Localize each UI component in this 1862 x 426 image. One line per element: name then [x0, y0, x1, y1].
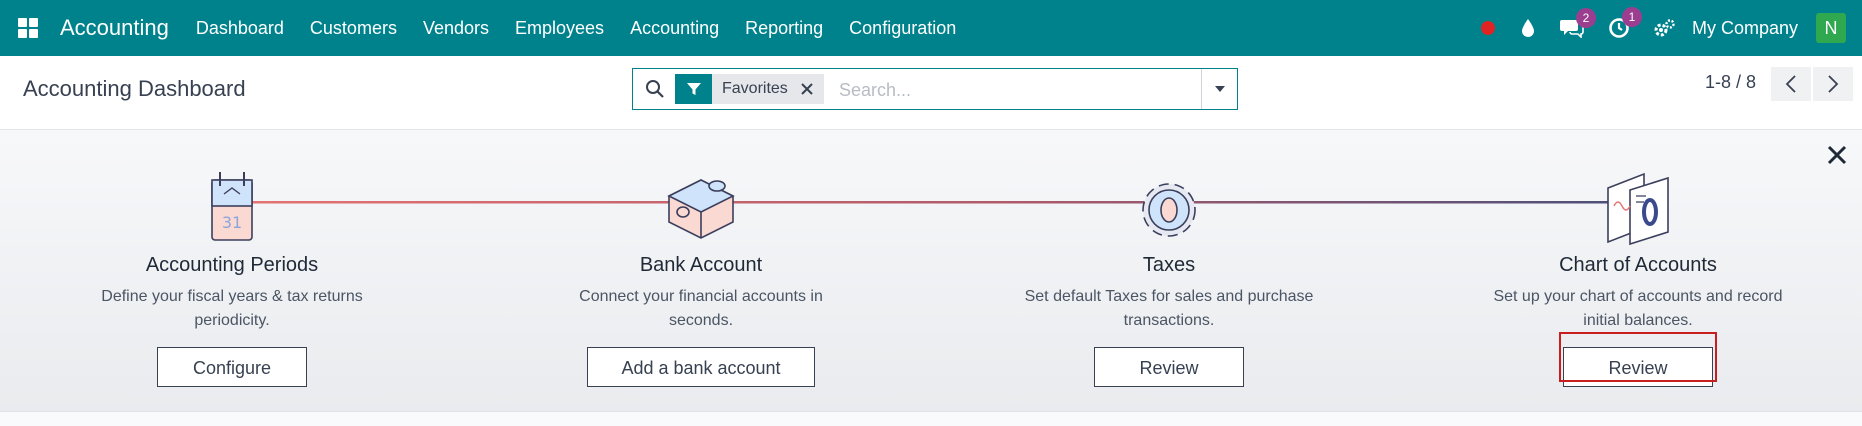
puzzle-icon [521, 160, 881, 246]
activities-badge: 1 [1621, 7, 1642, 27]
step-description: Set up your chart of accounts and record… [1458, 285, 1818, 333]
step-description: Connect your financial accounts in secon… [521, 285, 881, 333]
menu-vendors[interactable]: Vendors [410, 0, 502, 56]
step-title: Accounting Periods [145, 254, 319, 276]
pager-value[interactable]: 1-8 / 8 [1705, 72, 1756, 93]
step-bank-account: Bank Account Connect your financial acco… [521, 160, 881, 387]
menu-accounting[interactable]: Accounting [617, 0, 732, 56]
menu-reporting[interactable]: Reporting [732, 0, 836, 56]
control-panel: Accounting Dashboard Favorites 1-8 / 8 [0, 56, 1862, 130]
top-navbar: Accounting Dashboard Customers Vendors E… [0, 0, 1862, 56]
step-title: Chart of Accounts [1559, 254, 1717, 276]
pager-previous-button[interactable] [1771, 67, 1811, 101]
company-switcher[interactable]: My Company [1692, 18, 1798, 39]
calendar-icon: 31 [52, 160, 412, 246]
search-icon[interactable] [645, 79, 665, 104]
search-facet-favorites: Favorites [675, 74, 824, 104]
step-description-line2: initial balances. [1583, 312, 1693, 329]
facet-remove-icon[interactable] [800, 82, 814, 96]
close-panel-button[interactable] [1826, 144, 1848, 171]
svg-text:31: 31 [222, 213, 242, 232]
settings-cogs-icon[interactable] [1654, 18, 1676, 38]
step-title: Taxes [1142, 254, 1196, 276]
step-description: Set default Taxes for sales and purchase… [989, 285, 1349, 333]
filter-icon [675, 74, 712, 104]
configure-button[interactable]: Configure [157, 347, 307, 387]
step-description-line1: Set up your chart of accounts and record [1493, 288, 1783, 305]
highlight-box [1559, 332, 1717, 382]
facet-label-text: Favorites [722, 80, 788, 97]
caret-down-icon [1215, 86, 1225, 92]
taxes-review-button[interactable]: Review [1094, 347, 1244, 387]
navbar-systray: 2 1 My Company N [1468, 0, 1862, 56]
step-description-line1: Connect your financial accounts in [579, 288, 823, 305]
search-options-toggle[interactable] [1201, 69, 1238, 109]
app-name[interactable]: Accounting [60, 15, 169, 41]
step-description-line1: Define your fiscal years & tax returns [101, 288, 363, 305]
messages-icon[interactable]: 2 [1559, 8, 1596, 38]
step-title: Bank Account [639, 254, 763, 276]
search-bar: Favorites [632, 68, 1301, 110]
menu-customers[interactable]: Customers [297, 0, 410, 56]
step-description-line2: seconds. [668, 312, 734, 329]
apps-menu-icon[interactable] [18, 18, 38, 38]
step-accounting-periods: 31 Accounting Periods Define your fiscal… [52, 160, 412, 387]
step-description-line2: periodicity. [194, 312, 270, 329]
messages-badge: 2 [1575, 8, 1596, 28]
gear-icon [989, 160, 1349, 246]
step-description-line2: transactions. [1123, 312, 1215, 329]
step-taxes: Taxes Set default Taxes for sales and pu… [989, 160, 1349, 387]
add-bank-account-button[interactable]: Add a bank account [587, 347, 815, 387]
ledger-icon [1458, 160, 1818, 246]
step-description: Define your fiscal years & tax returns p… [52, 285, 412, 333]
onboarding-panel: 31 Accounting Periods Define your fiscal… [0, 130, 1862, 412]
drop-icon[interactable] [1520, 18, 1536, 38]
menu-employees[interactable]: Employees [502, 0, 617, 56]
recording-dot-icon[interactable] [1480, 20, 1496, 36]
chevron-left-icon [1785, 75, 1796, 93]
pager-next-button[interactable] [1813, 67, 1853, 101]
menu-configuration[interactable]: Configuration [836, 0, 969, 56]
activity-clock-icon[interactable]: 1 [1608, 7, 1642, 39]
chevron-right-icon [1828, 75, 1839, 93]
step-description-line1: Set default Taxes for sales and purchase [1024, 288, 1314, 305]
menu-dashboard[interactable]: Dashboard [183, 0, 297, 56]
user-avatar[interactable]: N [1816, 13, 1846, 43]
close-icon [1827, 145, 1847, 165]
facet-label: Favorites [712, 74, 824, 104]
page-title: Accounting Dashboard [23, 76, 246, 101]
